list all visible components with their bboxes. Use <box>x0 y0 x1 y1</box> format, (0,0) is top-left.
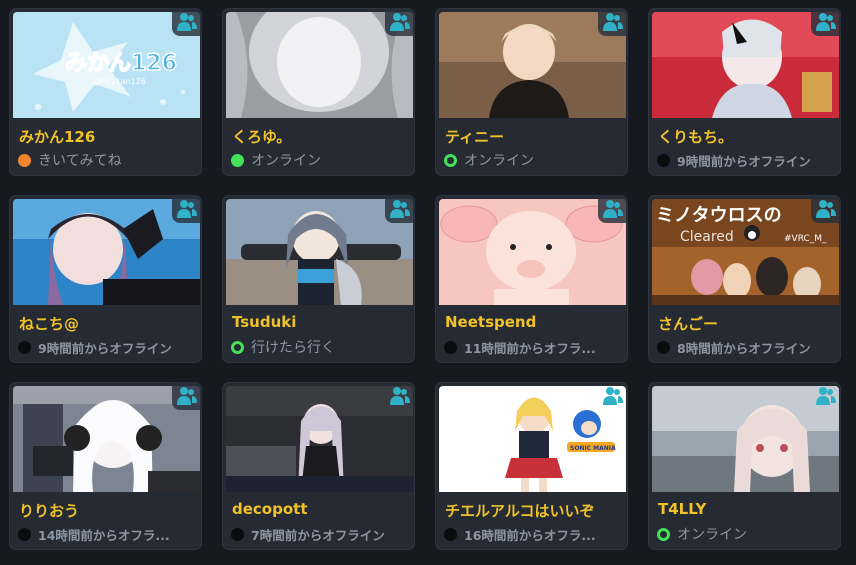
friend-icon <box>385 195 415 223</box>
friend-name: ねこち@ <box>19 315 80 333</box>
friend-icon <box>385 8 415 36</box>
friend-name: Tsuduki <box>232 313 297 331</box>
status-text: オンライン <box>677 527 747 543</box>
friend-icon <box>811 8 841 36</box>
status-text: 7時間前からオフライン <box>251 527 385 543</box>
status-dot-ask-me <box>657 527 670 541</box>
status-text: 8時間前からオフライン <box>677 340 811 356</box>
friend-card[interactable]: decopott 7時間前からオフライン <box>222 382 415 550</box>
friend-status: 16時間前からオフラ... <box>444 524 622 544</box>
friend-name: くりもち。 <box>658 128 734 146</box>
status-dot-offline <box>18 340 31 354</box>
status-dot-ask-me <box>444 153 457 167</box>
friend-status: きいてみてね <box>18 150 196 170</box>
friend-icon <box>172 195 202 223</box>
friend-card[interactable]: ティニー オンライン <box>435 8 628 176</box>
friend-card[interactable]: Neetspend 11時間前からオフラ... <box>435 195 628 363</box>
friend-icon <box>598 8 628 36</box>
status-dot-offline <box>657 153 670 167</box>
thumbnail-tag: #VRC_M_ <box>784 234 827 244</box>
friend-icon <box>811 382 841 410</box>
friend-icon <box>172 382 202 410</box>
status-dot-offline <box>231 527 244 541</box>
friend-status: 11時間前からオフラ... <box>444 337 622 357</box>
friend-status: 行けたら行く <box>231 337 409 357</box>
thumbnail-title: みかん126 <box>65 51 177 76</box>
friend-icon <box>385 382 415 410</box>
friend-name: チエルアルコはいいぞ <box>445 502 595 520</box>
friend-name: みかん126 <box>19 128 96 146</box>
friend-name: さんごー <box>658 315 719 333</box>
friend-icon <box>598 195 628 223</box>
friend-card[interactable]: Tsuduki 行けたら行く <box>222 195 415 363</box>
friend-name: りりおう <box>19 502 80 520</box>
friend-name: くろゆ。 <box>232 128 292 146</box>
friend-icon <box>811 195 841 223</box>
friend-status: 14時間前からオフラ... <box>18 524 196 544</box>
status-dot-offline <box>444 340 457 354</box>
status-dot-offline <box>18 527 31 541</box>
friend-name: ティニー <box>445 128 505 146</box>
friend-status: 8時間前からオフライン <box>657 337 835 357</box>
friend-status: 9時間前からオフライン <box>18 337 196 357</box>
status-text: 9時間前からオフライン <box>38 340 172 356</box>
friend-card[interactable]: ねこち@ 9時間前からオフライン <box>9 195 202 363</box>
friend-name: T4LLY <box>658 500 707 518</box>
status-text: 14時間前からオフラ... <box>38 527 170 543</box>
friend-name: decopott <box>232 500 308 518</box>
status-text: きいてみてね <box>38 153 122 169</box>
friend-card[interactable]: SONIC MANIA チエルアルコはいいぞ 16時間前からオフラ... <box>435 382 628 550</box>
friend-card[interactable]: ミノタウロスの Cleared #VRC_M_ さんごー 8時間前からオフライン <box>648 195 841 363</box>
friend-card[interactable]: T4LLY オンライン <box>648 382 841 550</box>
status-dot-offline <box>444 527 457 541</box>
status-dot-join-me <box>18 153 31 167</box>
status-dot-online <box>231 153 244 167</box>
friends-grid: みかん126 @mi1kan126 みかん126 きいてみてね くろゆ。 オンラ… <box>0 0 856 565</box>
status-text: 16時間前からオフラ... <box>464 527 596 543</box>
friend-name: Neetspend <box>445 313 537 331</box>
friend-status: オンライン <box>231 150 409 170</box>
status-text: オンライン <box>464 153 534 169</box>
friend-status: 9時間前からオフライン <box>657 150 835 170</box>
friend-card[interactable]: くりもち。 9時間前からオフライン <box>648 8 841 176</box>
status-text: 行けたら行く <box>251 340 335 356</box>
status-text: 9時間前からオフライン <box>677 153 811 169</box>
thumbnail-tag: SONIC MANIA <box>570 445 616 452</box>
friend-icon <box>598 382 628 410</box>
friend-icon <box>172 8 202 36</box>
status-text: 11時間前からオフラ... <box>464 340 596 356</box>
friend-status: 7時間前からオフライン <box>231 524 409 544</box>
thumbnail-subtitle: @mi1kan126 <box>93 77 146 86</box>
status-dot-ask-me <box>231 340 244 354</box>
status-text: オンライン <box>251 153 321 169</box>
friend-status: オンライン <box>657 524 835 544</box>
thumbnail-title: ミノタウロスの <box>656 205 782 226</box>
friend-status: オンライン <box>444 150 622 170</box>
status-dot-offline <box>657 340 670 354</box>
thumbnail-subtitle: Cleared <box>680 229 734 245</box>
friend-card[interactable]: くろゆ。 オンライン <box>222 8 415 176</box>
friend-card[interactable]: りりおう 14時間前からオフラ... <box>9 382 202 550</box>
friend-card[interactable]: みかん126 @mi1kan126 みかん126 きいてみてね <box>9 8 202 176</box>
